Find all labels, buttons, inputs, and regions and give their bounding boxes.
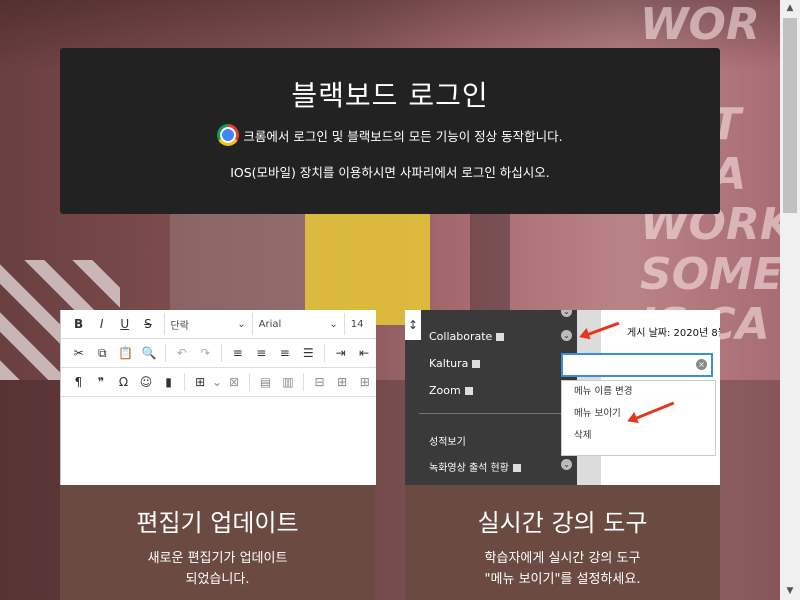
toolbar-divider	[220, 344, 222, 362]
menu-divider	[419, 413, 571, 414]
bookmark-icon[interactable]: ▮	[157, 371, 180, 393]
redo-icon[interactable]: ↷	[193, 342, 217, 364]
edit-icon	[512, 464, 521, 472]
menu-item-label: Zoom	[429, 384, 461, 397]
scroll-down-icon[interactable]: ▼	[780, 583, 800, 600]
live-lecture-desc-line: 학습자에게 실시간 강의 도구	[484, 551, 641, 566]
wall-text-line: SOME	[640, 249, 780, 300]
paragraph-select[interactable]: 단락 ⌄	[163, 313, 253, 335]
menu-item-label: Collaborate	[429, 330, 493, 343]
login-title: 블랙보드 로그인	[291, 79, 489, 112]
table-icon[interactable]: ⊞	[189, 371, 212, 393]
live-lecture-title: 실시간 강의 도구	[477, 509, 648, 537]
menu-item-label: Kaltura	[429, 357, 469, 370]
editor-update-desc-line: 새로운 편집기가 업데이트	[147, 551, 288, 566]
scroll-up-icon[interactable]: ▲	[780, 0, 800, 17]
course-menu: ↕ ⌄ Collaborate ⌄ Kaltura Zoom 성적보기 녹화영상…	[405, 310, 577, 485]
toolbar-divider	[323, 344, 325, 362]
scrollbar-thumb[interactable]	[783, 18, 797, 213]
chevron-down-icon: ⌄	[237, 318, 246, 330]
editor-toolbar-row-3: ¶ ❞ Ω ☺ ▮ ⊞ ⌄ ⊠ ▤ ▥ ⊟ ⊞ ⊞	[61, 368, 376, 397]
editor-content-area[interactable]	[61, 397, 376, 485]
font-select[interactable]: Arial ⌄	[253, 313, 345, 335]
collaborate-preview: ↕ ⌄ Collaborate ⌄ Kaltura Zoom 성적보기 녹화영상…	[405, 310, 720, 485]
table-cell-icon[interactable]: ⊟	[308, 371, 331, 393]
align-left-icon[interactable]: ≡	[226, 342, 250, 364]
paste-icon[interactable]: 📋	[114, 342, 138, 364]
live-lecture-desc: 학습자에게 실시간 강의 도구 "메뉴 보이기"를 설정하세요.	[405, 548, 720, 590]
chevron-down-icon[interactable]: ⌄	[561, 459, 572, 470]
underline-icon[interactable]: U	[113, 313, 136, 335]
justify-icon[interactable]: ☰	[296, 342, 320, 364]
editor-toolbar-row-2: ✂ ⧉ 📋 🔍 ↶ ↷ ≡ ≡ ≡ ☰ ⇥ ⇤	[61, 339, 376, 368]
menu-item[interactable]: Kaltura	[429, 357, 481, 370]
font-select-value: Arial	[258, 318, 282, 330]
font-size-select[interactable]: 14	[345, 313, 376, 335]
chrome-notice-text: 크롬에서 로그인 및 블랙보드의 모든 기능이 정상 동작합니다.	[243, 128, 563, 144]
strikethrough-icon[interactable]: S	[136, 313, 159, 335]
edit-icon	[464, 387, 473, 395]
quote-icon[interactable]: ❞	[90, 371, 113, 393]
copy-icon[interactable]: ⧉	[91, 342, 115, 364]
live-lecture-card: 실시간 강의 도구 학습자에게 실시간 강의 도구 "메뉴 보이기"를 설정하세…	[405, 485, 720, 600]
toolbar-divider	[249, 373, 251, 391]
emoji-icon[interactable]: ☺	[135, 371, 158, 393]
editor-update-title: 편집기 업데이트	[136, 509, 299, 537]
table-split-icon[interactable]: ⊞	[331, 371, 354, 393]
bold-icon[interactable]: B	[67, 313, 90, 335]
editor-preview: B I U S 단락 ⌄ Arial ⌄ 14 ✂ ⧉ 📋 🔍 ↶ ↷ ≡ ≡ …	[60, 310, 376, 485]
clear-icon[interactable]: ×	[696, 359, 707, 370]
wall-text-line: WOR	[640, 0, 760, 50]
dropdown-item-rename[interactable]: 메뉴 이름 변경	[562, 381, 715, 403]
live-lecture-desc-line: "메뉴 보이기"를 설정하세요.	[484, 572, 641, 587]
italic-icon[interactable]: I	[90, 313, 113, 335]
table-col-icon[interactable]: ▥	[277, 371, 300, 393]
login-banner: 블랙보드 로그인 크롬에서 로그인 및 블랙보드의 모든 기능이 정상 동작합니…	[60, 48, 720, 214]
toolbar-divider	[165, 344, 166, 362]
editor-update-desc: 새로운 편집기가 업데이트 되었습니다.	[60, 548, 375, 590]
outdent-icon[interactable]: ⇤	[352, 342, 376, 364]
chrome-notice: 크롬에서 로그인 및 블랙보드의 모든 기능이 정상 동작합니다.	[60, 124, 720, 146]
delete-table-icon[interactable]: ⊠	[223, 371, 246, 393]
align-right-icon[interactable]: ≡	[273, 342, 297, 364]
menu-item[interactable]: Zoom	[429, 384, 473, 397]
font-size-value: 14	[350, 318, 364, 330]
search-icon[interactable]: 🔍	[138, 342, 162, 364]
menu-item-label: 성적보기	[429, 437, 466, 448]
posted-date: 게시 날짜: 2020년 8월	[627, 328, 720, 339]
chevron-down-icon[interactable]: ⌄	[561, 310, 572, 317]
toolbar-divider	[303, 373, 305, 391]
editor-update-card: 편집기 업데이트 새로운 편집기가 업데이트 되었습니다.	[60, 485, 375, 600]
edit-icon	[472, 360, 481, 368]
align-center-icon[interactable]: ≡	[249, 342, 273, 364]
paragraph-mark-icon[interactable]: ¶	[67, 371, 90, 393]
menu-rename-input[interactable]: ×	[561, 353, 713, 377]
menu-item-label: 녹화영상 출석 현황	[429, 463, 509, 474]
drag-handle-icon[interactable]: ↕	[405, 310, 421, 340]
background-yellow-panel	[305, 205, 430, 325]
menu-item[interactable]: Collaborate	[429, 330, 505, 343]
indent-icon[interactable]: ⇥	[329, 342, 353, 364]
vertical-scrollbar[interactable]: ▲ ▼	[780, 0, 800, 600]
editor-update-desc-line: 되었습니다.	[185, 572, 250, 587]
paragraph-select-value: 단락	[170, 320, 189, 332]
menu-item[interactable]: 성적보기	[429, 433, 466, 448]
menu-item[interactable]: 녹화영상 출석 현황	[429, 459, 521, 474]
undo-icon[interactable]: ↶	[170, 342, 194, 364]
ios-notice: IOS(모바일) 장치를 이용하시면 사파리에서 로그인 하십시오.	[230, 165, 550, 180]
chevron-down-icon[interactable]: ⌄	[211, 371, 222, 393]
table-row-icon[interactable]: ▤	[254, 371, 277, 393]
toolbar-divider	[183, 373, 185, 391]
cut-icon[interactable]: ✂	[67, 342, 91, 364]
table-merge-icon[interactable]: ⊞	[353, 371, 376, 393]
chevron-down-icon[interactable]: ⌄	[561, 330, 572, 341]
dropdown-item-delete[interactable]: 삭제	[562, 425, 715, 447]
chevron-down-icon: ⌄	[329, 318, 338, 330]
special-char-icon[interactable]: Ω	[112, 371, 135, 393]
chrome-icon	[217, 124, 240, 146]
editor-toolbar-row-1: B I U S 단락 ⌄ Arial ⌄ 14	[61, 310, 376, 339]
edit-icon	[496, 333, 505, 341]
